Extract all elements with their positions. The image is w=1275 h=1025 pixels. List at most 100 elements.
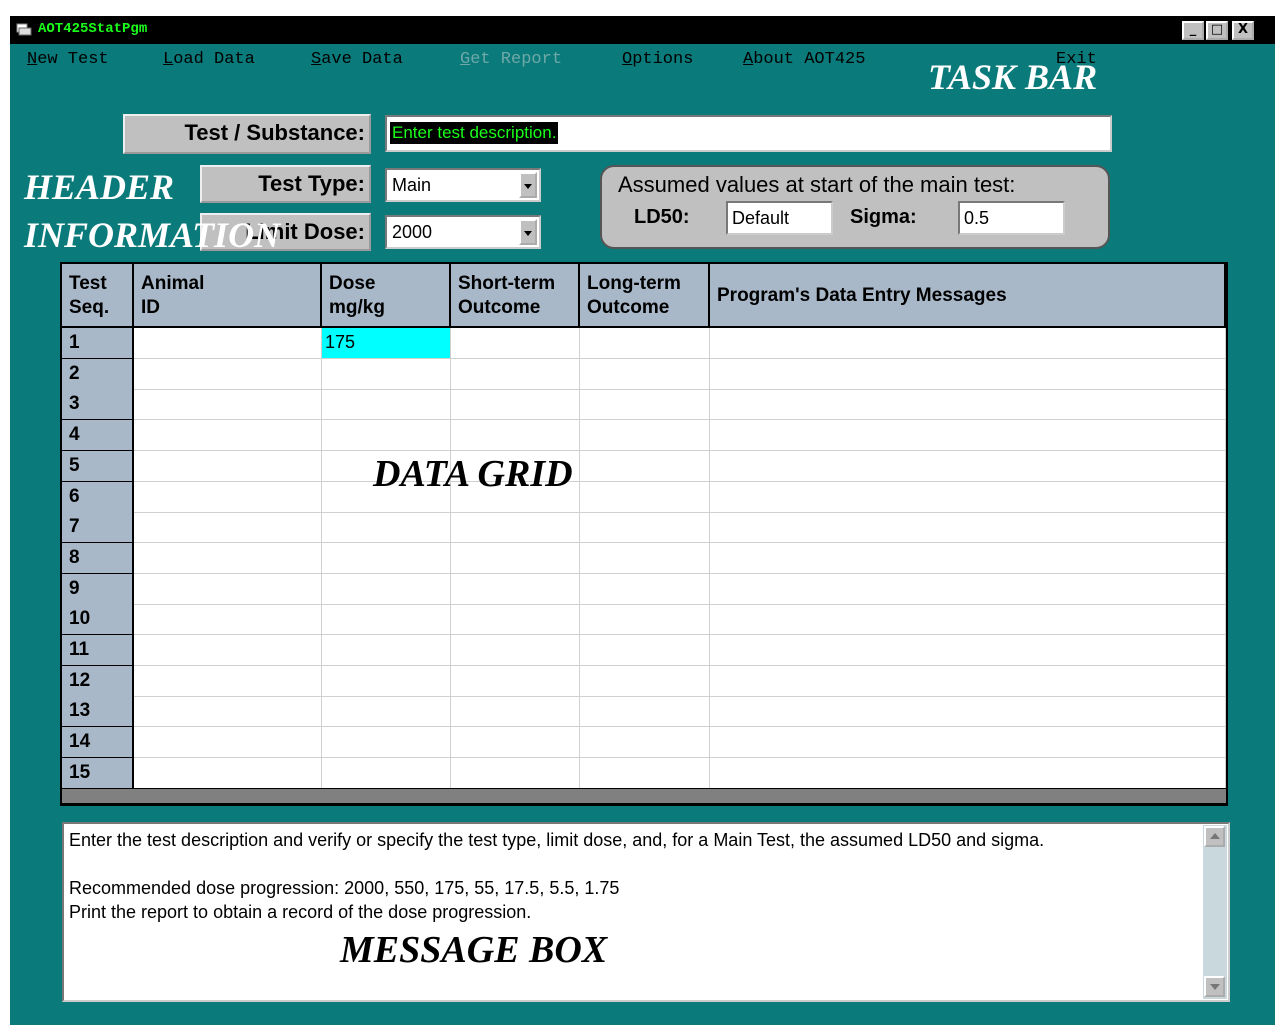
row-header[interactable]: 15	[62, 757, 134, 789]
cell-short-term[interactable]	[451, 420, 580, 452]
cell-short-term[interactable]	[451, 512, 580, 544]
cell-dose[interactable]	[322, 696, 451, 728]
row-header[interactable]: 2	[62, 358, 134, 390]
cell-animal-id[interactable]	[134, 358, 322, 390]
cell-animal-id[interactable]	[134, 420, 322, 452]
cell-short-term[interactable]	[451, 696, 580, 728]
menu-save-data[interactable]: Save Data	[311, 50, 403, 69]
message-box[interactable]: Enter the test description and verify or…	[62, 822, 1230, 1002]
cell-long-term[interactable]	[580, 358, 710, 390]
cell-message[interactable]	[710, 481, 1226, 513]
cell-message[interactable]	[710, 696, 1226, 728]
cell-long-term[interactable]	[580, 696, 710, 728]
cell-animal-id[interactable]	[134, 481, 322, 513]
cell-animal-id[interactable]	[134, 727, 322, 759]
cell-dose[interactable]	[322, 635, 451, 666]
cell-message[interactable]	[710, 450, 1226, 482]
row-header[interactable]: 6	[62, 481, 134, 513]
cell-short-term[interactable]	[451, 604, 580, 636]
row-header[interactable]: 10	[62, 604, 134, 636]
cell-long-term[interactable]	[580, 481, 710, 513]
cell-message[interactable]	[710, 542, 1226, 574]
limit-dose-select[interactable]: 2000	[385, 215, 541, 249]
cell-animal-id[interactable]	[134, 512, 322, 544]
row-header[interactable]: 4	[62, 420, 134, 452]
cell-short-term[interactable]	[451, 389, 580, 421]
cell-short-term[interactable]	[451, 328, 580, 359]
cell-animal-id[interactable]	[134, 328, 322, 359]
cell-message[interactable]	[710, 328, 1226, 359]
cell-long-term[interactable]	[580, 512, 710, 544]
cell-long-term[interactable]	[580, 635, 710, 666]
cell-long-term[interactable]	[580, 450, 710, 482]
row-header[interactable]: 11	[62, 635, 134, 666]
scroll-up-icon[interactable]	[1204, 826, 1225, 847]
cell-long-term[interactable]	[580, 573, 710, 605]
cell-short-term[interactable]	[451, 665, 580, 697]
cell-long-term[interactable]	[580, 757, 710, 789]
test-type-select[interactable]: Main	[385, 168, 541, 202]
cell-animal-id[interactable]	[134, 542, 322, 574]
cell-dose[interactable]	[322, 420, 451, 452]
cell-short-term[interactable]	[451, 573, 580, 605]
cell-long-term[interactable]	[580, 604, 710, 636]
cell-dose[interactable]	[322, 512, 451, 544]
cell-animal-id[interactable]	[134, 696, 322, 728]
row-header[interactable]: 5	[62, 450, 134, 482]
cell-short-term[interactable]	[451, 542, 580, 574]
menu-about[interactable]: About AOT425	[743, 50, 865, 69]
cell-message[interactable]	[710, 420, 1226, 452]
cell-animal-id[interactable]	[134, 573, 322, 605]
cell-animal-id[interactable]	[134, 757, 322, 789]
cell-message[interactable]	[710, 573, 1226, 605]
close-button[interactable]: X	[1232, 21, 1254, 40]
cell-long-term[interactable]	[580, 665, 710, 697]
cell-short-term[interactable]	[451, 757, 580, 789]
cell-dose[interactable]	[322, 542, 451, 574]
row-header[interactable]: 9	[62, 573, 134, 605]
row-header[interactable]: 1	[62, 328, 134, 359]
cell-animal-id[interactable]	[134, 635, 322, 666]
cell-message[interactable]	[710, 604, 1226, 636]
cell-animal-id[interactable]	[134, 450, 322, 482]
cell-dose[interactable]	[322, 358, 451, 390]
menu-load-data[interactable]: Load Data	[163, 50, 255, 69]
cell-short-term[interactable]	[451, 635, 580, 666]
cell-short-term[interactable]	[451, 727, 580, 759]
minimize-button[interactable]: _	[1182, 21, 1204, 40]
cell-long-term[interactable]	[580, 420, 710, 452]
sigma-input[interactable]: 0.5	[958, 201, 1065, 235]
cell-dose[interactable]	[322, 727, 451, 759]
cell-message[interactable]	[710, 358, 1226, 390]
cell-message[interactable]	[710, 727, 1226, 759]
cell-short-term[interactable]	[451, 358, 580, 390]
maximize-button[interactable]: □	[1206, 21, 1228, 40]
menu-new-test[interactable]: New Test	[27, 50, 109, 69]
cell-message[interactable]	[710, 665, 1226, 697]
row-header[interactable]: 13	[62, 696, 134, 728]
cell-long-term[interactable]	[580, 328, 710, 359]
cell-message[interactable]	[710, 389, 1226, 421]
chevron-down-icon[interactable]	[519, 172, 537, 198]
ld50-input[interactable]: Default	[726, 201, 833, 235]
message-scrollbar[interactable]	[1203, 825, 1227, 999]
cell-message[interactable]	[710, 512, 1226, 544]
cell-animal-id[interactable]	[134, 665, 322, 697]
cell-dose[interactable]	[322, 665, 451, 697]
cell-animal-id[interactable]	[134, 389, 322, 421]
cell-long-term[interactable]	[580, 727, 710, 759]
cell-dose[interactable]	[322, 573, 451, 605]
cell-dose[interactable]	[322, 389, 451, 421]
row-header[interactable]: 3	[62, 389, 134, 421]
cell-long-term[interactable]	[580, 542, 710, 574]
row-header[interactable]: 14	[62, 727, 134, 759]
scroll-down-icon[interactable]	[1204, 976, 1225, 997]
cell-dose[interactable]	[322, 757, 451, 789]
cell-message[interactable]	[710, 635, 1226, 666]
chevron-down-icon[interactable]	[519, 219, 537, 245]
cell-long-term[interactable]	[580, 389, 710, 421]
cell-dose[interactable]: 175	[322, 328, 451, 359]
cell-message[interactable]	[710, 757, 1226, 789]
cell-animal-id[interactable]	[134, 604, 322, 636]
menu-get-report[interactable]: Get Report	[460, 50, 562, 69]
